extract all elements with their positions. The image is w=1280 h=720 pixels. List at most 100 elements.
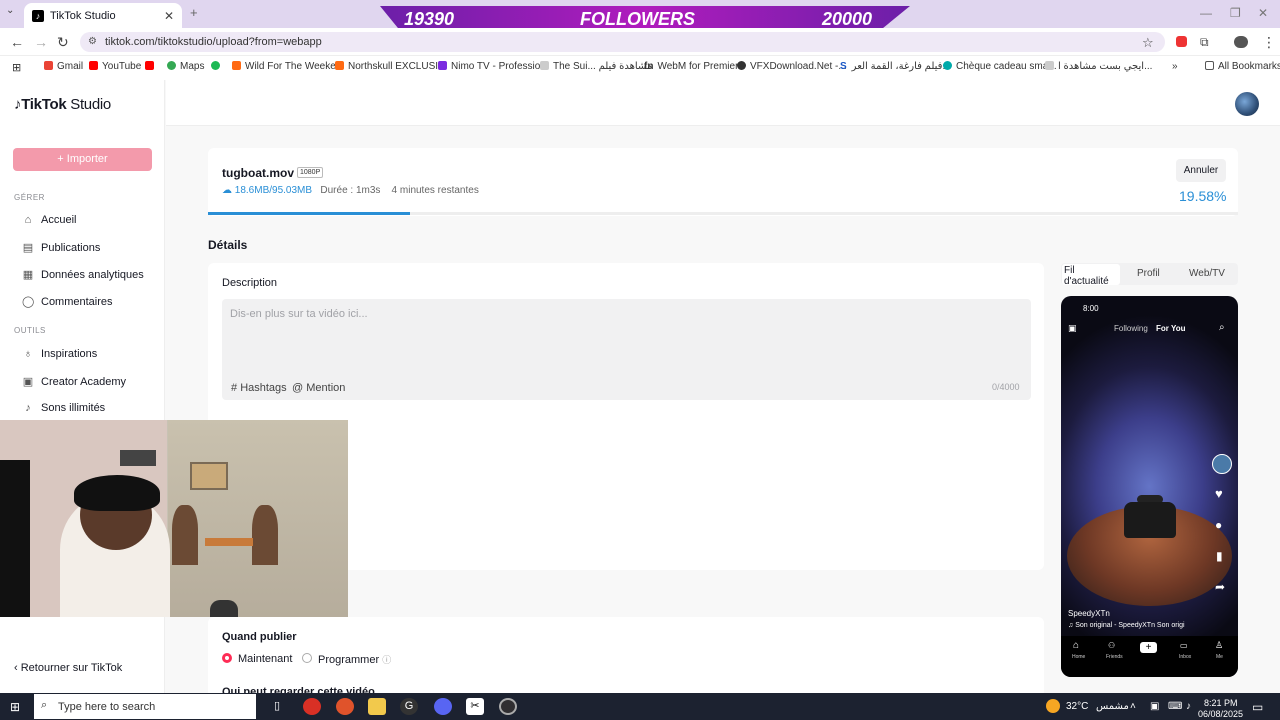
tiktok-studio-logo[interactable]: ♪TikTok Studio bbox=[14, 96, 111, 113]
followers-goal: 20000 bbox=[822, 9, 873, 29]
app-g-icon[interactable]: G bbox=[400, 698, 418, 715]
profile-icon[interactable] bbox=[1234, 36, 1248, 48]
bookmark-gmail[interactable]: Gmail bbox=[44, 61, 83, 72]
sidebar-item-accueil[interactable]: ⌂ Accueil bbox=[22, 214, 77, 226]
tray-chevron-icon[interactable]: ˄ bbox=[1130, 701, 1136, 712]
weather-temp: 32°C bbox=[1066, 701, 1089, 712]
friends-nav-icon: ⚇ bbox=[1108, 641, 1116, 650]
browser-tab[interactable]: ♪ TikTok Studio ✕ bbox=[24, 3, 182, 28]
url-input[interactable]: ⚙ tiktok.com/tiktokstudio/upload?from=we… bbox=[80, 32, 1165, 52]
comment-bubble-icon: ● bbox=[1215, 518, 1223, 532]
nav-label-friends: Friends bbox=[1106, 654, 1123, 660]
bookmark-cheque[interactable]: Chèque cadeau sma... bbox=[943, 61, 1057, 72]
bookmark-star-icon[interactable]: ☆ bbox=[1142, 35, 1154, 51]
bookmark-nimo[interactable]: Nimo TV - Professio... bbox=[438, 61, 549, 72]
clock-time[interactable]: 8:21 PM bbox=[1204, 698, 1238, 708]
bookmark-maps[interactable]: Maps bbox=[167, 61, 204, 72]
more-bookmarks-icon[interactable]: » bbox=[1172, 61, 1178, 72]
tab-title: TikTok Studio bbox=[50, 9, 116, 22]
file-explorer-icon[interactable] bbox=[368, 698, 386, 715]
hashtags-button[interactable]: # Hashtags bbox=[231, 382, 287, 394]
bookmark-arabic-2[interactable]: ايجي بست مشاهدة ا... bbox=[1045, 61, 1152, 72]
taskbar-search-icon: ⌕ bbox=[41, 699, 48, 711]
cancel-upload-button[interactable]: Annuler bbox=[1176, 159, 1226, 182]
bookmark-youtube-2[interactable] bbox=[145, 61, 158, 72]
extensions-puzzle-icon[interactable]: ⧉ bbox=[1200, 35, 1209, 50]
radio-now-label[interactable]: Maintenant bbox=[238, 653, 292, 665]
new-tab-icon[interactable]: + bbox=[190, 5, 198, 20]
chevron-left-icon: ‹ bbox=[14, 662, 21, 674]
bookmark-arabic-1[interactable]: Sفيلم فارغة، القمة العر... bbox=[840, 61, 951, 72]
clock-date[interactable]: 06/08/2025 bbox=[1198, 709, 1243, 719]
sun-weather-icon bbox=[1046, 699, 1060, 713]
tab-feed[interactable]: Fil d'actualité bbox=[1062, 264, 1120, 287]
chrome-taskbar-icon[interactable] bbox=[303, 698, 321, 715]
import-button[interactable]: + Importer bbox=[13, 148, 152, 171]
radio-schedule-label[interactable]: Programmer ⓘ bbox=[318, 653, 391, 666]
back-to-tiktok-link[interactable]: ‹ Retourner sur TikTok bbox=[14, 662, 122, 674]
network-icon[interactable]: ⌨ bbox=[1168, 701, 1182, 712]
windows-start-icon[interactable]: ⊞ bbox=[10, 700, 20, 714]
sidebar-item-analytics[interactable]: ▦ Données analytiques bbox=[22, 268, 144, 282]
bookmark-webm[interactable]: fn WebM for Premiere bbox=[644, 61, 744, 72]
mention-button[interactable]: @ Mention bbox=[292, 382, 345, 394]
back-icon[interactable]: ← bbox=[10, 34, 24, 50]
task-view-icon[interactable]: ▯ bbox=[268, 698, 286, 715]
volume-icon[interactable]: ♪ bbox=[1186, 701, 1191, 712]
share-icon: ➦ bbox=[1215, 580, 1226, 594]
sidebar-item-creator-academy[interactable]: ▣ Creator Academy bbox=[22, 375, 126, 389]
me-nav-icon: ♙ bbox=[1215, 640, 1224, 650]
all-bookmarks[interactable]: All Bookmarks bbox=[1205, 61, 1280, 72]
sidebar-item-publications[interactable]: ▤ Publications bbox=[22, 241, 101, 255]
tiktok-favicon-icon: ♪ bbox=[32, 9, 44, 22]
chrome-2-taskbar-icon[interactable] bbox=[336, 698, 354, 715]
extension-icon[interactable] bbox=[1176, 36, 1187, 47]
list-icon: ▤ bbox=[22, 242, 34, 254]
discord-icon[interactable] bbox=[434, 698, 452, 715]
bookmark-wild[interactable]: Wild For The Weeke... bbox=[232, 61, 344, 72]
sidebar-item-inspirations[interactable]: ♁ Inspirations bbox=[22, 348, 97, 360]
sidebar-item-sounds[interactable]: ♪ Sons illimités bbox=[22, 402, 105, 414]
reload-icon[interactable]: ↻ bbox=[57, 34, 69, 51]
site-info-icon[interactable]: ⚙ bbox=[88, 32, 97, 52]
webcam-chair bbox=[172, 505, 198, 565]
tab-profile[interactable]: Profil bbox=[1137, 268, 1160, 279]
bookmark-the-sui[interactable]: The Sui... مشاهدة فيلم bbox=[540, 61, 652, 72]
capcut-icon[interactable]: ✂ bbox=[466, 698, 484, 715]
close-tab-icon[interactable]: ✕ bbox=[164, 9, 174, 23]
resolution-badge: 1080P bbox=[297, 167, 324, 178]
bookmark-icon: ▮ bbox=[1216, 549, 1223, 563]
taskbar-search-input[interactable]: ⌕ Type here to search bbox=[34, 694, 256, 719]
radio-now[interactable] bbox=[222, 653, 232, 663]
tray-app-icon[interactable]: ▣ bbox=[1150, 701, 1159, 712]
radio-schedule[interactable] bbox=[302, 653, 312, 663]
chart-icon: ▦ bbox=[22, 269, 34, 281]
minimize-icon[interactable]: — bbox=[1200, 6, 1212, 20]
notifications-icon[interactable]: ▭ bbox=[1252, 700, 1263, 714]
bookmark-youtube[interactable]: YouTube bbox=[89, 61, 141, 72]
webcam-monitor bbox=[0, 460, 30, 617]
sidebar-item-comments[interactable]: ◯ Commentaires bbox=[22, 295, 113, 309]
info-icon[interactable]: ⓘ bbox=[382, 655, 391, 665]
bookmark-green[interactable] bbox=[211, 61, 224, 72]
inbox-nav-icon: ▭ bbox=[1180, 641, 1188, 650]
close-window-icon[interactable]: ✕ bbox=[1258, 6, 1268, 20]
bookmark-northskull[interactable]: Northskull EXCLUSI... bbox=[335, 61, 446, 72]
tab-webtv[interactable]: Web/TV bbox=[1189, 268, 1225, 279]
browser-menu-icon[interactable]: ⋮ bbox=[1262, 34, 1276, 51]
lightbulb-icon: ♁ bbox=[23, 348, 33, 360]
obs-icon[interactable] bbox=[499, 698, 517, 715]
nav-label-me: Me bbox=[1216, 654, 1223, 660]
section-manage: GÉRER bbox=[14, 193, 45, 202]
bookmark-vfx[interactable]: VFXDownload.Net -... bbox=[737, 61, 847, 72]
upload-size: 18.6MB/95.03MB bbox=[234, 185, 313, 196]
followers-current: 19390 bbox=[404, 9, 455, 29]
creator-avatar bbox=[1212, 454, 1232, 474]
tab-search-icon[interactable]: ⌄ bbox=[6, 5, 14, 16]
apps-grid-icon[interactable]: ⊞ bbox=[12, 61, 21, 74]
forward-icon[interactable]: → bbox=[34, 34, 48, 50]
upload-info: ☁ 18.6MB/95.03MB Durée : 1m3s 4 minutes … bbox=[222, 185, 479, 196]
user-avatar[interactable] bbox=[1235, 92, 1259, 116]
upload-filename: tugboat.mov bbox=[222, 166, 294, 180]
restore-icon[interactable]: ❐ bbox=[1230, 6, 1241, 20]
